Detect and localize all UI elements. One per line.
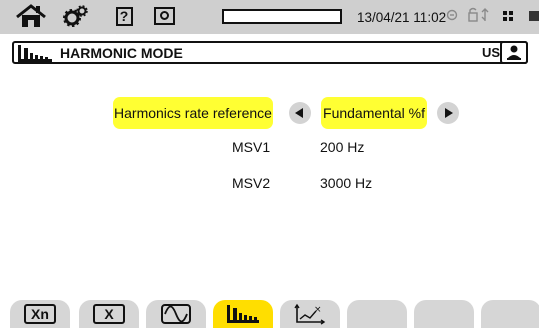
- network-icon: [503, 11, 513, 21]
- tab-trend[interactable]: ×: [280, 300, 340, 328]
- msv2-label: MSV2: [232, 175, 271, 191]
- tab-empty-8: [481, 300, 539, 328]
- msv2-value[interactable]: 3000 Hz: [320, 175, 372, 191]
- datetime: 13/04/21 11:02: [357, 10, 447, 25]
- tab-empty-7: [414, 300, 474, 328]
- tab-x[interactable]: X: [79, 300, 139, 328]
- xn-icon: Xn: [24, 304, 56, 324]
- tab-xn[interactable]: Xn: [10, 300, 70, 328]
- settings-gears-icon[interactable]: [60, 3, 92, 29]
- svg-text:×: ×: [314, 305, 322, 315]
- help-icon[interactable]: ?: [113, 3, 135, 29]
- home-icon[interactable]: [12, 3, 50, 29]
- battery-icon: [529, 11, 539, 21]
- trend-chart-icon: ×: [294, 303, 326, 325]
- tab-waveform[interactable]: [146, 300, 206, 328]
- reference-value-selector[interactable]: Fundamental %f: [321, 97, 427, 129]
- status-indicators: [446, 7, 495, 26]
- next-option-arrow-icon[interactable]: [437, 102, 459, 124]
- previous-option-arrow-icon[interactable]: [289, 102, 311, 124]
- user-profile-icon[interactable]: [500, 41, 528, 64]
- tab-empty-6: [347, 300, 407, 328]
- page-title: HARMONIC MODE: [60, 45, 183, 61]
- progress-bar: [222, 9, 342, 24]
- msv1-value[interactable]: 200 Hz: [320, 139, 364, 155]
- harmonics-icon: [18, 45, 52, 62]
- camera-icon[interactable]: [148, 3, 180, 29]
- waveform-icon: [161, 304, 191, 324]
- harmonics-icon: [227, 305, 259, 323]
- x-icon: X: [93, 304, 125, 324]
- tab-harmonics[interactable]: [213, 300, 273, 328]
- harmonics-rate-reference-field[interactable]: Harmonics rate reference: [113, 97, 273, 129]
- page-header: HARMONIC MODE USER1: [12, 41, 528, 64]
- status-bar: ? 13/04/21 11:02: [0, 0, 539, 34]
- msv1-label: MSV1: [232, 139, 271, 155]
